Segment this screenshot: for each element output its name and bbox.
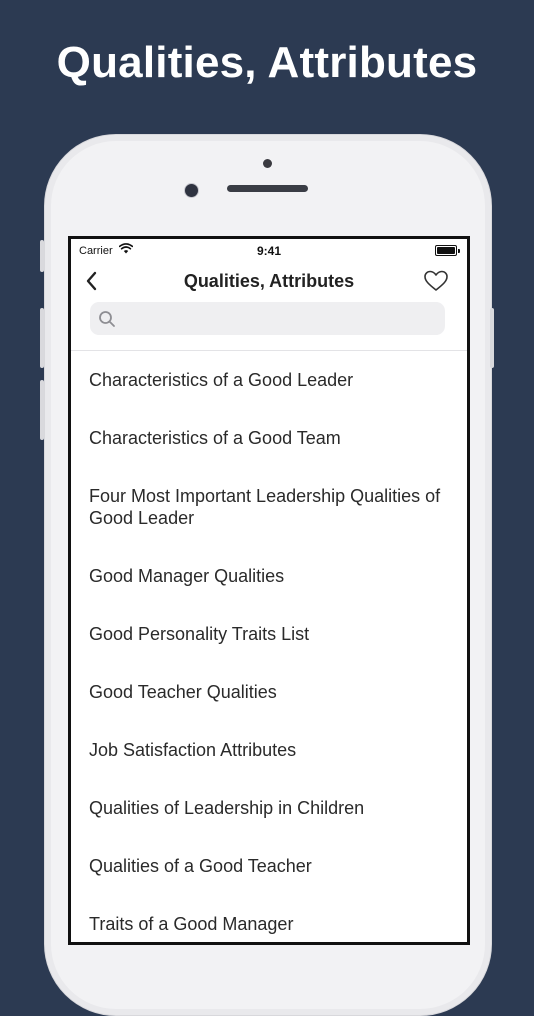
clock: 9:41 xyxy=(256,244,282,258)
list-item[interactable]: Characteristics of a Good Leader xyxy=(71,351,467,409)
list-item[interactable]: Qualities of a Good Teacher xyxy=(71,837,467,895)
topics-list: Characteristics of a Good Leader Charact… xyxy=(71,351,467,942)
volume-down-button xyxy=(40,380,44,440)
list-item[interactable]: Good Manager Qualities xyxy=(71,547,467,605)
battery-icon xyxy=(435,245,460,256)
page-title: Qualities, Attributes xyxy=(183,271,355,291)
list-item[interactable]: Characteristics of a Good Team xyxy=(71,409,467,467)
navigation-bar: Qualities, Attributes xyxy=(71,261,467,301)
list-item[interactable]: Job Satisfaction Attributes xyxy=(71,721,467,779)
search-bar[interactable] xyxy=(90,302,445,337)
proximity-sensor xyxy=(263,159,272,168)
heart-icon[interactable] xyxy=(423,269,449,293)
front-camera xyxy=(184,183,199,198)
list-item[interactable]: Four Most Important Leadership Qualities… xyxy=(71,467,467,547)
list-item[interactable]: Traits of a Good Manager xyxy=(71,895,467,942)
promo-headline: Qualities, Attributes xyxy=(56,38,478,87)
search-icon xyxy=(98,310,116,333)
mute-switch xyxy=(40,240,44,272)
power-button xyxy=(490,308,494,368)
list-item[interactable]: Good Teacher Qualities xyxy=(71,663,467,721)
status-bar: Carrier 9:41 xyxy=(71,239,467,261)
earpiece-speaker xyxy=(227,185,308,192)
list-item[interactable]: Qualities of Leadership in Children xyxy=(71,779,467,837)
volume-up-button xyxy=(40,308,44,368)
list-item[interactable]: Good Personality Traits List xyxy=(71,605,467,663)
search-input[interactable] xyxy=(120,302,439,337)
app-screen: Carrier 9:41 Qualities, Attributes Chara… xyxy=(68,236,470,945)
